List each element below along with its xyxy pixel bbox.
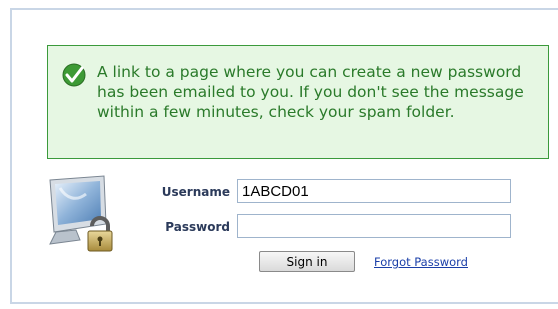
sign-in-button[interactable]: Sign in bbox=[259, 251, 355, 272]
checkmark-icon bbox=[62, 63, 86, 87]
password-input[interactable] bbox=[237, 214, 511, 238]
username-input[interactable] bbox=[237, 179, 511, 203]
success-notice: A link to a page where you can create a … bbox=[47, 45, 549, 159]
forgot-password-link[interactable]: Forgot Password bbox=[374, 255, 468, 269]
computer-lock-icon bbox=[49, 175, 113, 252]
notice-message: A link to a page where you can create a … bbox=[97, 63, 524, 121]
password-label: Password bbox=[165, 220, 230, 234]
username-label: Username bbox=[161, 185, 230, 199]
